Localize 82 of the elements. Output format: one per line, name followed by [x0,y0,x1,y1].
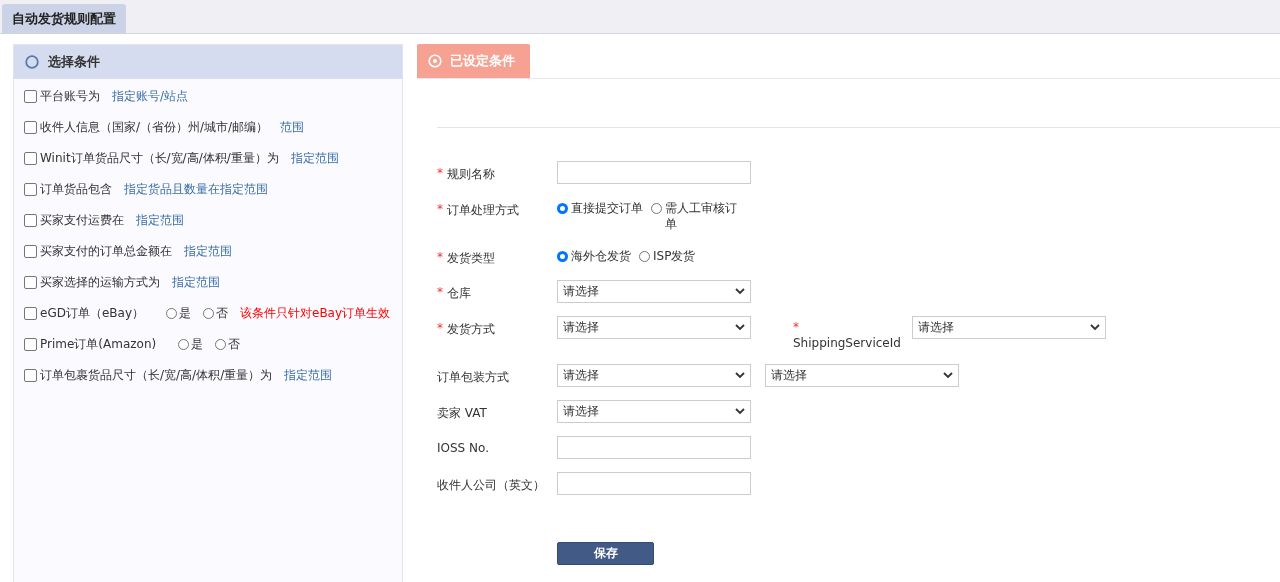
input-field[interactable] [557,436,751,459]
warning-text: 该条件只针对eBay订单生效 [240,305,391,322]
required-mark: * [437,166,443,182]
condition-label: 订单货品包含 [40,181,112,198]
radio-label: ISP发货 [653,248,696,264]
radio-button[interactable] [203,308,214,319]
required-mark: * [437,202,443,218]
checkbox[interactable] [24,183,37,196]
checkbox[interactable] [24,307,37,320]
radio-label: 否 [228,336,241,353]
condition-label: Prime订单(Amazon) [40,336,157,353]
required-mark: * [793,320,799,334]
save-button[interactable]: 保存 [557,542,654,565]
chevron-down-icon [735,288,745,295]
required-mark: * [437,285,443,301]
radio-label: 否 [216,305,228,322]
circle-icon [25,55,39,69]
radio-button[interactable] [178,339,190,350]
condition-label: 买家支付运费在 [40,212,124,229]
radio-button[interactable] [166,308,177,319]
checkbox[interactable] [24,369,37,382]
chevron-down-icon [735,372,745,379]
select-field[interactable]: 请选择 [557,400,751,423]
field-label: 仓库 [447,285,471,302]
range-link[interactable]: 指定范围 [136,212,184,229]
target-icon [428,54,442,68]
checkbox[interactable] [24,245,37,258]
radio-label: 海外仓发货 [571,248,631,264]
input-field[interactable] [557,161,751,184]
range-link[interactable]: 指定范围 [184,243,232,260]
radio-button[interactable] [215,339,227,350]
field-label: 规则名称 [447,166,495,183]
checkbox[interactable] [24,121,37,134]
field-label: 发货类型 [447,250,495,267]
radio-button[interactable] [639,251,650,262]
radio-label: 是 [179,305,191,322]
checkbox[interactable] [24,90,37,103]
range-link[interactable]: 指定范围 [172,274,220,291]
range-link[interactable]: 指定范围 [290,150,339,167]
required-mark: * [437,321,443,337]
checkbox[interactable] [24,152,37,165]
field-label: 发货方式 [447,321,495,338]
checkbox[interactable] [24,214,37,227]
range-link[interactable]: 指定范围 [284,367,333,384]
condition-label: 收件人信息（国家/（省份）州/城市/邮编） [40,119,269,136]
range-link[interactable]: 指定账号/站点 [112,88,189,105]
field-label: IOSS No. [437,441,489,455]
page-tab[interactable]: 自动发货规则配置 [2,4,126,33]
condition-label: 平台账号为 [40,88,100,105]
condition-label: 买家支付的订单总金额在 [40,243,172,260]
radio-button[interactable] [557,203,568,214]
radio-button[interactable] [651,203,662,214]
condition-label: eGD订单（eBay） [40,305,144,322]
checkbox[interactable] [24,338,37,351]
checkbox[interactable] [24,276,37,289]
field-label: 卖家 VAT [437,405,487,422]
select-field[interactable]: 请选择 [765,364,959,387]
field-label: ShippingServiceId [793,336,901,350]
select-field[interactable]: 请选择 [557,316,751,339]
select-field[interactable]: 请选择 [557,364,751,387]
field-label: 订单包装方式 [437,369,509,386]
select-field[interactable]: 请选择 [557,280,751,303]
radio-label: 需人工审核订单 [665,200,738,232]
radio-label: 直接提交订单 [571,200,643,216]
select-field[interactable]: 请选择 [912,316,1106,339]
range-link[interactable]: 范围 [280,119,305,136]
condition-label: 买家选择的运输方式为 [40,274,160,291]
chevron-down-icon [943,372,953,379]
required-mark: * [437,250,443,266]
panel-title: 选择条件 [48,53,100,71]
field-label: 收件人公司（英文） [437,477,545,494]
condition-label: Winit订单货品尺寸（长/宽/高/体积/重量）为 [40,150,279,167]
range-link[interactable]: 指定货品且数量在指定范围 [124,181,268,198]
chevron-down-icon [735,408,745,415]
panel-title: 已设定条件 [450,52,515,70]
radio-button[interactable] [557,251,568,262]
radio-label: 是 [191,336,204,353]
field-label: 订单处理方式 [447,202,519,219]
condition-label: 订单包裹货品尺寸（长/宽/高/体积/重量）为 [40,367,273,384]
input-field[interactable] [557,472,751,495]
chevron-down-icon [1090,324,1100,331]
chevron-down-icon [735,324,745,331]
